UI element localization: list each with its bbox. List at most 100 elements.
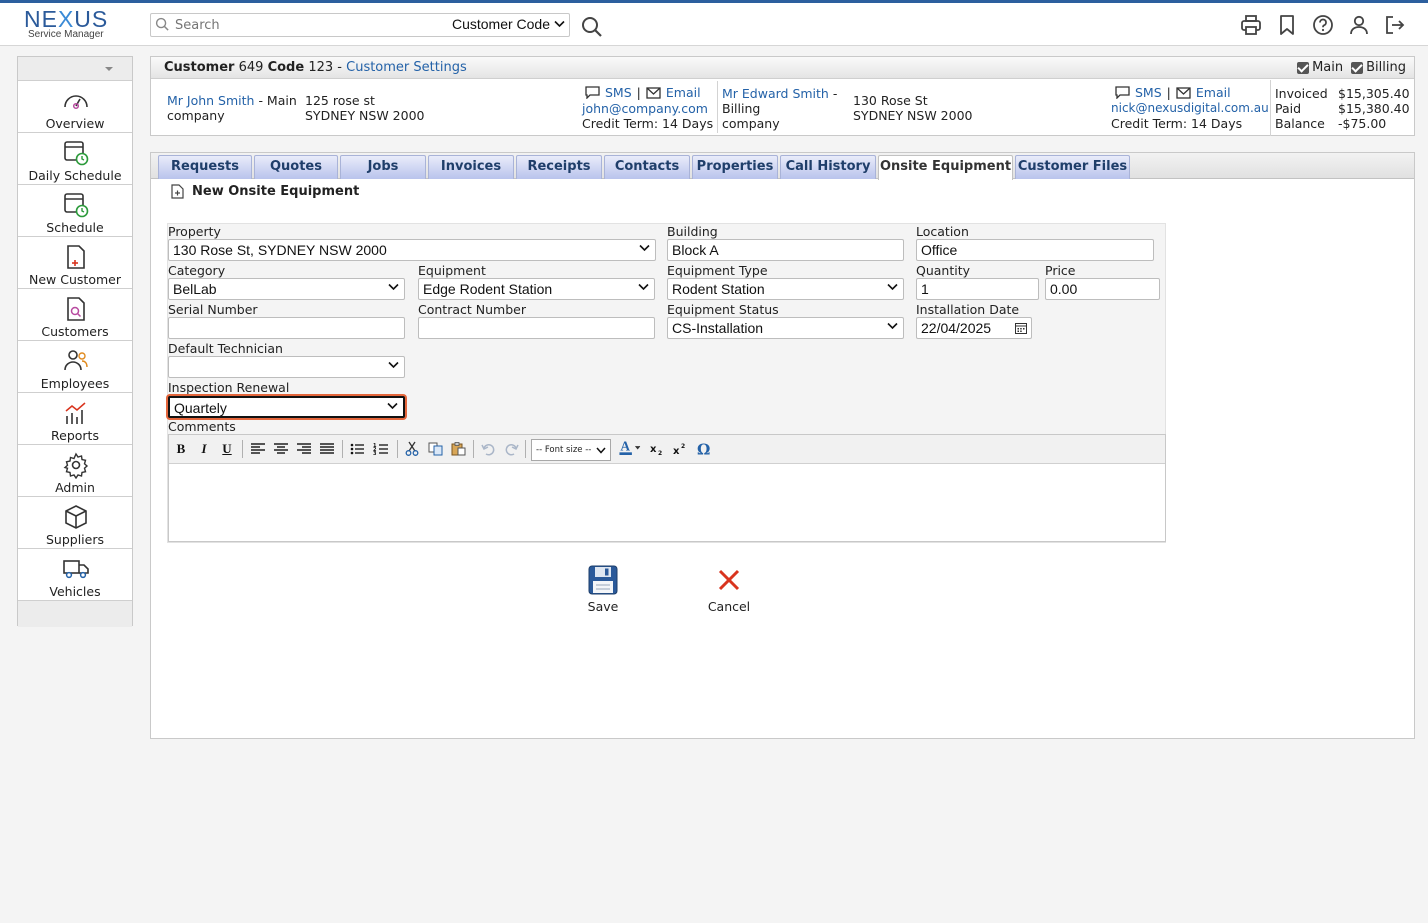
- search-input[interactable]: [173, 16, 443, 34]
- tab-quotes[interactable]: Quotes: [254, 155, 338, 179]
- sidebar-item-schedule[interactable]: Schedule: [18, 185, 132, 237]
- calendar-icon[interactable]: [1015, 322, 1027, 334]
- customer-number: 649: [238, 60, 264, 75]
- sidebar-item-suppliers[interactable]: Suppliers: [18, 497, 132, 549]
- billing-email-address[interactable]: nick@nexusdigital.com.au: [1111, 101, 1269, 116]
- users-icon: [64, 350, 88, 371]
- numbered-list-icon[interactable]: 123: [373, 441, 388, 457]
- equipment-select[interactable]: Edge Rodent Station: [418, 278, 655, 300]
- text-color-icon[interactable]: A: [618, 439, 644, 455]
- bullet-list-icon[interactable]: [350, 441, 364, 457]
- location-input[interactable]: Office: [916, 239, 1154, 261]
- cancel-button[interactable]: Cancel: [699, 565, 759, 614]
- sidebar-item-vehicles[interactable]: Vehicles: [18, 549, 132, 601]
- close-icon: [718, 569, 740, 591]
- billing-email-link[interactable]: Email: [1196, 85, 1231, 100]
- sidebar-item-new-customer[interactable]: New Customer: [18, 237, 132, 289]
- document-search-icon: [67, 297, 85, 321]
- billing-contact-company: company: [722, 116, 780, 131]
- main-email-address[interactable]: john@company.com: [582, 101, 708, 116]
- equipment-type-select[interactable]: Rodent Station: [667, 278, 904, 300]
- equipment-status-select[interactable]: CS-Installation: [667, 317, 904, 339]
- align-right-icon[interactable]: [297, 441, 311, 457]
- save-button[interactable]: Save: [573, 565, 633, 614]
- default-technician-select[interactable]: [168, 356, 405, 378]
- serial-number-input[interactable]: [168, 317, 405, 339]
- superscript-icon[interactable]: x2: [673, 441, 689, 457]
- billing-sms-link[interactable]: SMS: [1135, 85, 1162, 100]
- tab-customer-files[interactable]: Customer Files: [1015, 155, 1130, 179]
- align-center-icon[interactable]: [274, 441, 288, 457]
- sidebar-item-admin[interactable]: Admin: [18, 445, 132, 497]
- billing-contact-name-link[interactable]: Mr Edward Smith: [722, 86, 829, 101]
- billing-credit-term: Credit Term: 14 Days: [1111, 116, 1243, 131]
- sidebar-item-reports[interactable]: Reports: [18, 393, 132, 445]
- sidebar-item-daily-schedule[interactable]: Daily Schedule: [18, 133, 132, 185]
- inspection-renewal-select[interactable]: Quartely: [168, 396, 405, 418]
- logo[interactable]: NEXUS Service Manager: [24, 8, 124, 40]
- tab-call-history[interactable]: Call History: [780, 155, 876, 179]
- main-checkbox[interactable]: Main: [1297, 57, 1343, 79]
- svg-text:3: 3: [373, 451, 377, 457]
- align-justify-icon[interactable]: [320, 441, 334, 457]
- cut-icon[interactable]: [405, 441, 419, 457]
- tab-receipts[interactable]: Receipts: [516, 155, 602, 179]
- sidebar-item-employees[interactable]: Employees: [18, 341, 132, 393]
- main-address-line1: 125 rose st: [305, 93, 375, 108]
- user-icon[interactable]: [1348, 14, 1370, 36]
- special-character-icon[interactable]: Ω: [696, 441, 712, 457]
- property-value: 130 Rose St, SYDNEY NSW 2000: [173, 242, 387, 258]
- category-select[interactable]: BelLab: [168, 278, 405, 300]
- tab-contacts[interactable]: Contacts: [604, 155, 690, 179]
- search-button-icon[interactable]: [581, 16, 603, 38]
- subscript-icon[interactable]: x2: [650, 441, 666, 457]
- quantity-value: 1: [921, 281, 929, 297]
- italic-icon[interactable]: I: [198, 441, 210, 457]
- billing-checkbox[interactable]: Billing: [1351, 57, 1406, 79]
- installation-date-input[interactable]: 22/04/2025: [916, 317, 1032, 339]
- chart-icon: [65, 402, 86, 424]
- customer-settings-link[interactable]: Customer Settings: [346, 60, 467, 75]
- paste-icon[interactable]: [451, 441, 466, 457]
- underline-icon[interactable]: U: [221, 441, 233, 457]
- copy-icon[interactable]: [428, 441, 443, 457]
- align-left-icon[interactable]: [251, 441, 265, 457]
- property-select[interactable]: 130 Rose St, SYDNEY NSW 2000: [168, 239, 656, 261]
- search-scope-label: Customer Code: [451, 16, 550, 32]
- undo-icon[interactable]: [481, 441, 495, 457]
- price-input[interactable]: 0.00: [1045, 278, 1160, 300]
- sidebar-collapse-toggle[interactable]: [18, 57, 132, 81]
- tab-jobs[interactable]: Jobs: [340, 155, 426, 179]
- action-divider: |: [1166, 85, 1171, 100]
- main-email-link[interactable]: Email: [666, 85, 701, 100]
- help-icon[interactable]: [1312, 14, 1334, 36]
- tab-invoices[interactable]: Invoices: [428, 155, 514, 179]
- category-value: BelLab: [173, 281, 217, 297]
- tab-properties[interactable]: Properties: [692, 155, 778, 179]
- main-address-line2: SYDNEY NSW 2000: [305, 108, 425, 123]
- contract-number-input[interactable]: [418, 317, 655, 339]
- property-label: Property: [168, 224, 221, 239]
- comments-textarea[interactable]: [169, 464, 1165, 541]
- building-input[interactable]: Block A: [667, 239, 904, 261]
- bookmark-icon[interactable]: [1276, 14, 1298, 36]
- billing-role-dash: -: [832, 86, 838, 101]
- checkbox-checked-icon: [1297, 62, 1310, 74]
- sidebar-item-customers[interactable]: Customers: [18, 289, 132, 341]
- print-icon[interactable]: [1240, 14, 1262, 36]
- font-size-select[interactable]: -- Font size --: [531, 439, 611, 461]
- tab-onsite-equipment[interactable]: Onsite Equipment: [878, 155, 1013, 180]
- sidebar-item-overview[interactable]: Overview: [18, 81, 132, 133]
- toolbar-separator: [525, 440, 526, 458]
- quantity-input[interactable]: 1: [916, 278, 1039, 300]
- main-sms-link[interactable]: SMS: [605, 85, 632, 100]
- search-scope-select[interactable]: Customer Code: [452, 16, 565, 32]
- location-value: Office: [921, 242, 958, 258]
- invoiced-label: Invoiced: [1275, 86, 1328, 101]
- redo-icon[interactable]: [505, 441, 519, 457]
- logout-icon[interactable]: [1384, 14, 1406, 36]
- bold-icon[interactable]: B: [175, 441, 187, 457]
- customer-code: 123: [308, 60, 334, 75]
- tab-requests[interactable]: Requests: [158, 155, 252, 179]
- main-contact-name-link[interactable]: Mr John Smith: [167, 93, 254, 108]
